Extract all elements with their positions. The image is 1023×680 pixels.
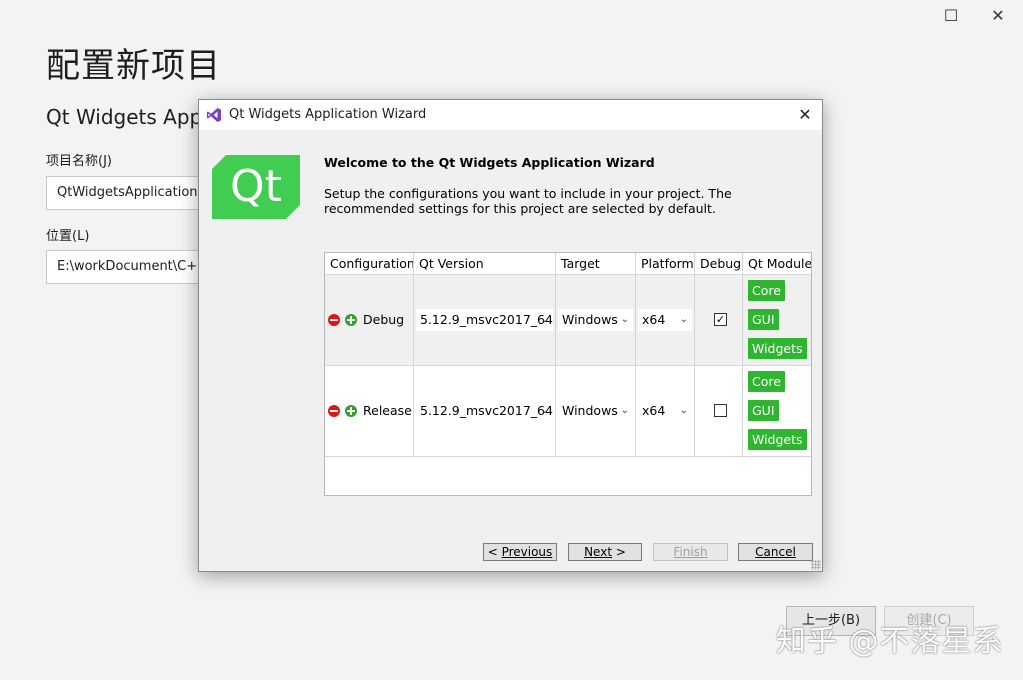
project-template-name: Qt Widgets Appli	[46, 105, 214, 129]
chevron-down-icon: ⌄	[620, 405, 629, 416]
remove-config-icon[interactable]	[328, 314, 340, 326]
visual-studio-icon	[207, 108, 221, 122]
platform-dropdown[interactable]: x64 ⌄	[638, 400, 692, 422]
debug-checkbox[interactable]: ✓	[714, 313, 727, 326]
qt-logo-text: Qt	[230, 161, 282, 212]
target-dropdown[interactable]: Windows ⌄	[558, 400, 633, 422]
dialog-close-icon[interactable]: ✕	[794, 104, 816, 126]
table-row-debug[interactable]: Debug 5.12.9_msvc2017_64 ⌄ Windows ⌄ x64 ⌄ …	[325, 275, 811, 366]
maximize-icon[interactable]: ☐	[941, 6, 961, 26]
target-dropdown[interactable]: Windows ⌄	[558, 309, 633, 331]
chevron-down-icon: ⌄	[620, 314, 629, 325]
configuration-grid: Configuration Qt Version Target Platform…	[324, 252, 812, 496]
qt-version-dropdown[interactable]: 5.12.9_msvc2017_64 ⌄	[416, 309, 553, 331]
add-config-icon[interactable]	[345, 314, 357, 326]
qt-version-dropdown[interactable]: 5.12.9_msvc2017_64 ⌄	[416, 400, 553, 422]
dialog-titlebar: Qt Widgets Application Wizard ✕	[199, 100, 822, 130]
column-header-target[interactable]: Target	[556, 253, 636, 275]
config-name: Release	[363, 403, 412, 418]
project-name-label: 项目名称(J)	[46, 154, 112, 169]
window-close-icon[interactable]: ✕	[988, 6, 1008, 26]
finish-button[interactable]: Finish	[653, 543, 728, 561]
column-header-platform[interactable]: Platform	[636, 253, 695, 275]
column-header-qt-version[interactable]: Qt Version	[414, 253, 556, 275]
platform-dropdown[interactable]: x64 ⌄	[638, 309, 692, 331]
module-tag-gui[interactable]: GUI	[748, 400, 779, 421]
qt-logo: Qt	[212, 155, 300, 219]
dialog-title: Qt Widgets Application Wizard	[229, 107, 427, 122]
previous-button[interactable]: < Previous	[483, 543, 557, 561]
resize-grip[interactable]	[811, 560, 821, 570]
chevron-down-icon: ⌄	[540, 405, 549, 416]
module-tag-widgets[interactable]: Widgets	[748, 429, 807, 450]
module-tag-core[interactable]: Core	[748, 371, 785, 392]
chevron-down-icon: ⌄	[679, 314, 688, 325]
module-tag-gui[interactable]: GUI	[748, 309, 779, 330]
table-row-release[interactable]: Release 5.12.9_msvc2017_64 ⌄ Windows ⌄ x64…	[325, 366, 811, 457]
debug-checkbox[interactable]	[714, 404, 727, 417]
cancel-button[interactable]: Cancel	[738, 543, 813, 561]
page-title: 配置新项目	[46, 46, 221, 86]
chevron-down-icon: ⌄	[679, 405, 688, 416]
add-config-icon[interactable]	[345, 405, 357, 417]
next-button[interactable]: Next >	[568, 543, 642, 561]
remove-config-icon[interactable]	[328, 405, 340, 417]
module-tag-widgets[interactable]: Widgets	[748, 338, 807, 359]
qt-wizard-dialog: Qt Widgets Application Wizard ✕ Qt Welco…	[198, 99, 823, 572]
welcome-description: Setup the configurations you want to inc…	[324, 186, 732, 216]
welcome-title: Welcome to the Qt Widgets Application Wi…	[324, 155, 655, 170]
module-tag-core[interactable]: Core	[748, 280, 785, 301]
column-header-qt-module[interactable]: Qt Module	[743, 253, 811, 275]
location-label: 位置(L)	[46, 229, 90, 244]
column-header-configuration[interactable]: Configuration	[325, 253, 414, 275]
empty-row-area	[325, 457, 811, 495]
column-header-debug[interactable]: Debug	[695, 253, 743, 275]
chevron-down-icon: ⌄	[540, 314, 549, 325]
watermark: 知乎 @不落星系	[776, 624, 1004, 659]
config-name: Debug	[363, 312, 405, 327]
